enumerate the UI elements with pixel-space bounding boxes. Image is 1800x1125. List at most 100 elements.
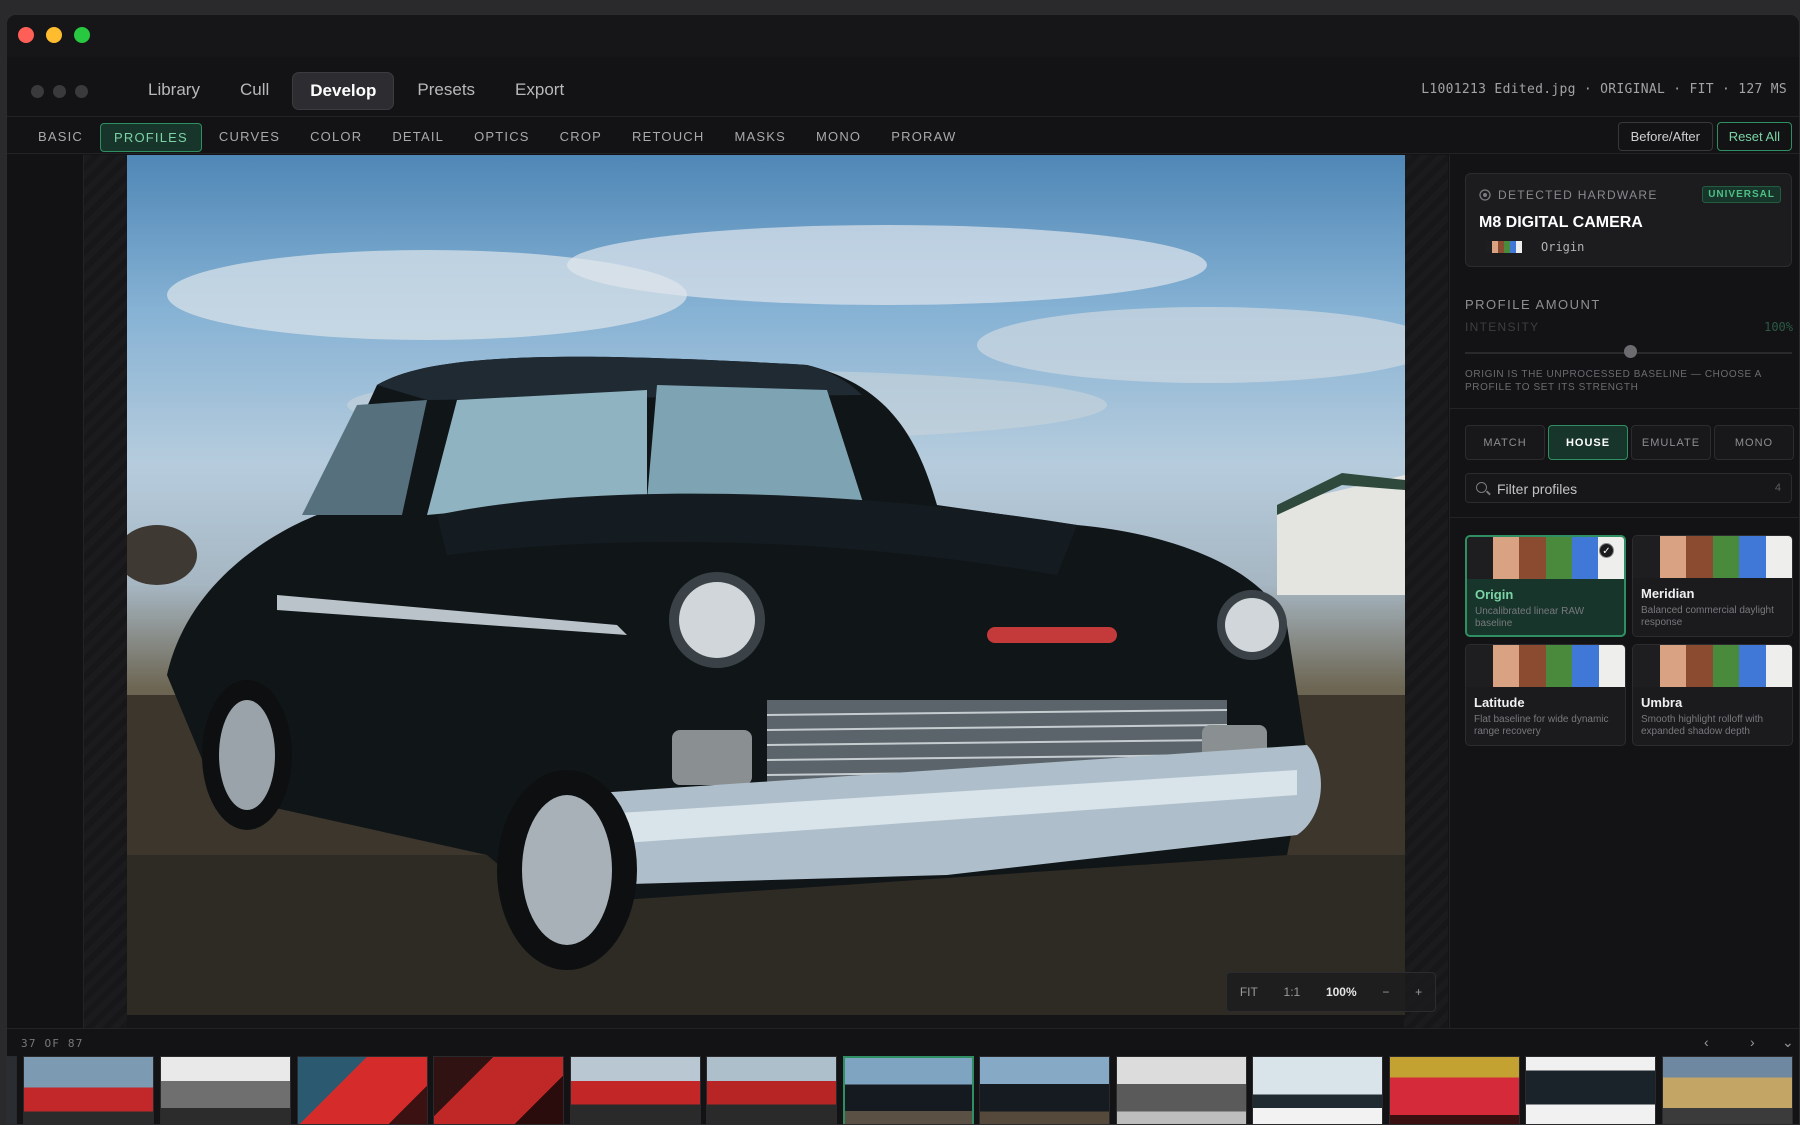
zoom-fit-button[interactable]: FIT (1240, 985, 1258, 999)
profile-card-latitude[interactable]: Latitude Flat baseline for wide dynamic … (1465, 644, 1626, 746)
intensity-slider-handle[interactable] (1624, 345, 1637, 358)
before-after-button[interactable]: Before/After (1617, 122, 1713, 151)
tab-library[interactable]: Library (131, 72, 217, 110)
filmstrip (7, 1056, 1799, 1124)
profile-description: Smooth highlight rolloff with expanded s… (1641, 714, 1764, 737)
tab-export[interactable]: Export (498, 72, 581, 110)
filmstrip-thumbnail[interactable] (1116, 1056, 1247, 1124)
profile-card-meridian[interactable]: Meridian Balanced commercial daylight re… (1632, 535, 1793, 637)
filmstrip-header: 37 OF 87 ‹ › ⌄ (7, 1028, 1799, 1056)
filmstrip-thumbnail[interactable] (1389, 1056, 1520, 1124)
detected-hardware-card: DETECTED HARDWARE UNIVERSAL M8 DIGITAL C… (1465, 173, 1792, 267)
intensity-label: INTENSITY (1465, 320, 1540, 334)
module-tab-curves[interactable]: CURVES (206, 123, 293, 152)
current-profile-name: Origin (1541, 240, 1585, 254)
filter-profiles-input[interactable]: Filter profiles 4 (1465, 473, 1792, 503)
module-tab-optics[interactable]: OPTICS (461, 123, 543, 152)
profile-name: Umbra (1641, 695, 1683, 710)
module-tab-basic[interactable]: BASIC (25, 123, 96, 152)
car-photo-illustration (127, 225, 1405, 1015)
profile-swatches (1467, 537, 1624, 579)
canvas-padding-left (84, 155, 127, 1028)
filmstrip-thumbnail-selected[interactable] (843, 1056, 974, 1124)
profiles-panel: DETECTED HARDWARE UNIVERSAL M8 DIGITAL C… (1449, 155, 1799, 1028)
category-tab-emulate[interactable]: EMULATE (1631, 425, 1711, 460)
filmstrip-prev-button[interactable]: ‹ (1704, 1034, 1709, 1050)
panel-divider (1450, 517, 1799, 518)
minimize-window-button[interactable] (46, 27, 62, 43)
module-tab-masks[interactable]: MASKS (721, 123, 799, 152)
camera-sensor-icon (1479, 189, 1491, 201)
module-tab-mono[interactable]: MONO (803, 123, 874, 152)
inner-dot (75, 85, 88, 98)
search-icon (1476, 482, 1487, 493)
canvas-padding-right (1404, 155, 1448, 1028)
filmstrip-thumbnail[interactable] (297, 1056, 428, 1124)
profile-count: 4 (1774, 482, 1781, 494)
profile-card-umbra[interactable]: Umbra Smooth highlight rolloff with expa… (1632, 644, 1793, 746)
filmstrip-thumbnail[interactable] (706, 1056, 837, 1124)
filter-placeholder: Filter profiles (1497, 481, 1578, 497)
profile-description: Balanced commercial daylight response (1641, 605, 1774, 628)
profile-card-origin[interactable]: ✓ Origin Uncalibrated linear RAW baselin… (1465, 535, 1626, 637)
inner-dot (53, 85, 66, 98)
inner-dot (31, 85, 44, 98)
profile-swatches (1633, 645, 1792, 687)
zoom-1to1-button[interactable]: 1:1 (1284, 985, 1301, 999)
profile-description: Flat baseline for wide dynamic range rec… (1474, 714, 1609, 737)
profile-description: Uncalibrated linear RAW baseline (1475, 606, 1585, 629)
zoom-controls: FIT 1:1 100% − + (1226, 972, 1436, 1012)
category-tab-house[interactable]: HOUSE (1548, 425, 1628, 460)
left-gutter (7, 155, 84, 1028)
zoom-in-button[interactable]: + (1415, 985, 1422, 999)
filmstrip-thumbnail[interactable] (433, 1056, 564, 1124)
intensity-value: 100% (1764, 320, 1793, 334)
top-navigation: Library Cull Develop Presets Export L100… (7, 65, 1799, 113)
module-tab-color[interactable]: COLOR (297, 123, 375, 152)
file-info: L1001213 Edited.jpg · ORIGINAL · FIT · 1… (1421, 82, 1787, 97)
zoom-out-button[interactable]: − (1382, 985, 1389, 999)
module-tab-profiles[interactable]: PROFILES (100, 123, 202, 152)
module-tab-detail[interactable]: DETAIL (379, 123, 457, 152)
filmstrip-thumbnail[interactable] (7, 1056, 17, 1124)
zoom-window-button[interactable] (74, 27, 90, 43)
main-tabs: Library Cull Develop Presets Export (131, 72, 581, 110)
filmstrip-collapse-button[interactable]: ⌄ (1782, 1034, 1794, 1051)
selected-check-icon: ✓ (1599, 543, 1614, 558)
filmstrip-thumbnail[interactable] (1525, 1056, 1656, 1124)
filmstrip-thumbnail[interactable] (160, 1056, 291, 1124)
filmstrip-next-button[interactable]: › (1750, 1034, 1755, 1050)
module-tab-crop[interactable]: CROP (547, 123, 615, 152)
filmstrip-thumbnail[interactable] (570, 1056, 701, 1124)
reset-all-button[interactable]: Reset All (1716, 122, 1792, 151)
category-tab-mono[interactable]: MONO (1714, 425, 1794, 460)
module-tab-retouch[interactable]: RETOUCH (619, 123, 717, 152)
panel-divider (1450, 408, 1799, 409)
app-window: Library Cull Develop Presets Export L100… (6, 14, 1800, 1125)
filmstrip-thumbnail[interactable] (23, 1056, 154, 1124)
filmstrip-thumbnail[interactable] (1252, 1056, 1383, 1124)
tab-cull[interactable]: Cull (223, 72, 286, 110)
filmstrip-thumbnail[interactable] (1662, 1056, 1793, 1124)
profile-category-tabs: MATCH HOUSE EMULATE MONO (1465, 425, 1794, 460)
inner-window-dots (31, 85, 88, 98)
profile-color-swatch (1486, 241, 1522, 253)
image-viewer: FIT 1:1 100% − + (7, 155, 1448, 1028)
profile-name: Origin (1475, 587, 1514, 602)
profile-amount-note: ORIGIN IS THE UNPROCESSED BASELINE — CHO… (1465, 369, 1762, 393)
module-tab-proraw[interactable]: PRORAW (878, 123, 969, 152)
profile-amount-title: PROFILE AMOUNT (1465, 297, 1601, 312)
profile-swatches (1466, 645, 1625, 687)
close-window-button[interactable] (18, 27, 34, 43)
hardware-label: DETECTED HARDWARE (1479, 188, 1658, 202)
camera-model: M8 DIGITAL CAMERA (1479, 214, 1643, 231)
tab-develop[interactable]: Develop (292, 72, 395, 110)
image-counter: 37 OF 87 (21, 1037, 84, 1050)
category-tab-match[interactable]: MATCH (1465, 425, 1545, 460)
photo-canvas[interactable] (127, 155, 1405, 1015)
module-bar: BASIC PROFILES CURVES COLOR DETAIL OPTIC… (7, 116, 1799, 154)
profile-swatches (1633, 536, 1792, 578)
zoom-level: 100% (1325, 985, 1357, 999)
tab-presets[interactable]: Presets (400, 72, 492, 110)
filmstrip-thumbnail[interactable] (979, 1056, 1110, 1124)
